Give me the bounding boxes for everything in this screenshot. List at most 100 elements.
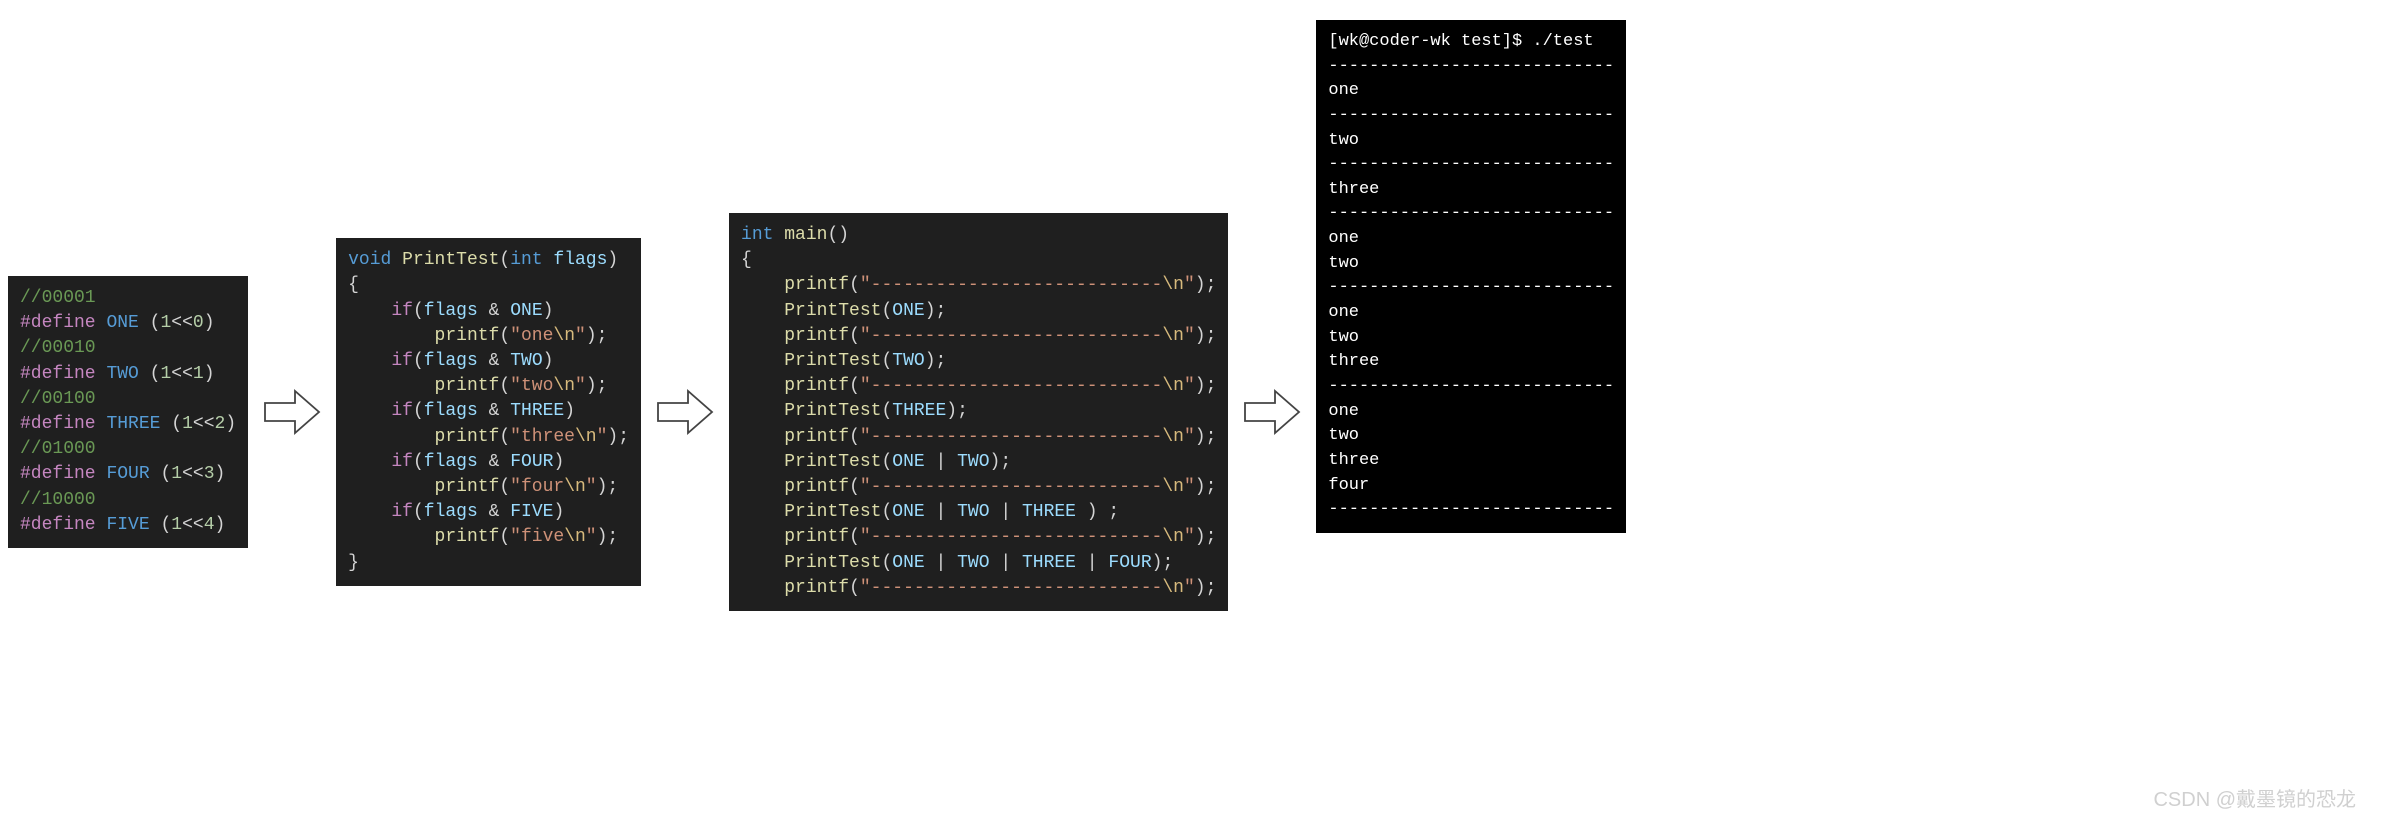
code-token: " <box>1184 427 1195 447</box>
code-token <box>96 464 107 484</box>
code-token: FOUR <box>106 464 149 484</box>
code-token: << <box>171 364 193 384</box>
code-token <box>478 351 489 371</box>
code-token: if <box>391 401 413 421</box>
code-token <box>150 515 161 535</box>
code-token: ( <box>499 250 510 270</box>
code-token: ) <box>1195 477 1206 497</box>
code-line: #define THREE (1<<2) <box>20 412 236 437</box>
terminal-line: two <box>1328 424 1614 449</box>
code-token: "--------------------------- <box>860 477 1162 497</box>
code-token <box>741 578 784 598</box>
terminal-line: two <box>1328 129 1614 154</box>
code-token <box>150 464 161 484</box>
code-token: 1 <box>171 515 182 535</box>
code-line: printf("one\n"); <box>348 324 629 349</box>
code-line: if(flags & THREE) <box>348 399 629 424</box>
code-token <box>139 364 150 384</box>
code-line: #define FIVE (1<<4) <box>20 513 236 538</box>
code-token: //00010 <box>20 338 96 358</box>
code-token: ; <box>957 401 968 421</box>
code-token: ONE <box>892 502 924 522</box>
code-token: ; <box>936 301 947 321</box>
code-token: ( <box>881 452 892 472</box>
code-token: flags <box>424 351 478 371</box>
code-token: TWO <box>892 351 924 371</box>
code-token: ) <box>1195 326 1206 346</box>
code-token: "--------------------------- <box>860 376 1162 396</box>
code-token: ( <box>849 527 860 547</box>
code-token: FIVE <box>106 515 149 535</box>
code-token: ) <box>204 313 215 333</box>
code-token <box>741 326 784 346</box>
code-token: 1 <box>193 364 204 384</box>
code-token <box>348 477 434 497</box>
code-token <box>478 452 489 472</box>
code-line: printf("---------------------------\n"); <box>741 576 1216 601</box>
code-token: "--------------------------- <box>860 275 1162 295</box>
code-token: if <box>391 502 413 522</box>
code-block-main: int main(){ printf("--------------------… <box>729 213 1228 611</box>
code-line: if(flags & ONE) <box>348 299 629 324</box>
code-token: ) <box>1195 527 1206 547</box>
terminal-line: three <box>1328 449 1614 474</box>
code-token: 1 <box>182 414 193 434</box>
code-token <box>139 313 150 333</box>
code-token: ) <box>925 351 936 371</box>
code-token: printf <box>435 326 500 346</box>
code-token: 3 <box>204 464 215 484</box>
code-token: " <box>1184 376 1195 396</box>
code-line: printf("---------------------------\n"); <box>741 525 1216 550</box>
code-token: ) <box>1195 376 1206 396</box>
code-token: PrintTest <box>784 452 881 472</box>
code-line: PrintTest(ONE); <box>741 299 1216 324</box>
code-token: | <box>1000 502 1011 522</box>
code-token <box>391 250 402 270</box>
code-token: ( <box>171 414 182 434</box>
code-line: printf("two\n"); <box>348 374 629 399</box>
code-token: PrintTest <box>784 301 881 321</box>
terminal-line: ---------------------------- <box>1328 276 1614 301</box>
terminal-line: one <box>1328 400 1614 425</box>
code-token: ( <box>413 351 424 371</box>
code-token: //00001 <box>20 288 96 308</box>
code-token: "four <box>510 477 564 497</box>
code-token: ) <box>990 452 1001 472</box>
terminal-line: four <box>1328 474 1614 499</box>
code-token <box>741 427 784 447</box>
code-token: main <box>784 225 827 245</box>
code-token: PrintTest <box>402 250 499 270</box>
code-token: FOUR <box>1108 553 1151 573</box>
terminal-line: ---------------------------- <box>1328 104 1614 129</box>
code-token: \n <box>1162 275 1184 295</box>
code-token: & <box>489 452 500 472</box>
code-token: ) <box>838 225 849 245</box>
code-token: ( <box>881 351 892 371</box>
code-token: PrintTest <box>784 502 881 522</box>
code-token: " <box>597 427 608 447</box>
code-token: " <box>1184 275 1195 295</box>
arrow-right-icon <box>1242 382 1302 442</box>
code-token: ) <box>607 250 618 270</box>
code-token: << <box>193 414 215 434</box>
code-token: ( <box>413 401 424 421</box>
code-token <box>946 553 957 573</box>
code-token: " <box>1184 326 1195 346</box>
code-token: ) <box>1152 553 1163 573</box>
code-token: #define <box>20 414 96 434</box>
terminal-line: one <box>1328 301 1614 326</box>
code-token: if <box>391 452 413 472</box>
code-token <box>348 502 391 522</box>
code-line: #define ONE (1<<0) <box>20 311 236 336</box>
code-token: ( <box>881 301 892 321</box>
code-token: \n <box>553 376 575 396</box>
code-token: \n <box>1162 527 1184 547</box>
code-token: " <box>575 376 586 396</box>
code-token: ; <box>936 351 947 371</box>
code-token: " <box>1184 578 1195 598</box>
code-token: ; <box>1206 275 1217 295</box>
code-token: THREE <box>106 414 160 434</box>
code-token: ( <box>849 326 860 346</box>
terminal-line: ---------------------------- <box>1328 375 1614 400</box>
code-token: "one <box>510 326 553 346</box>
